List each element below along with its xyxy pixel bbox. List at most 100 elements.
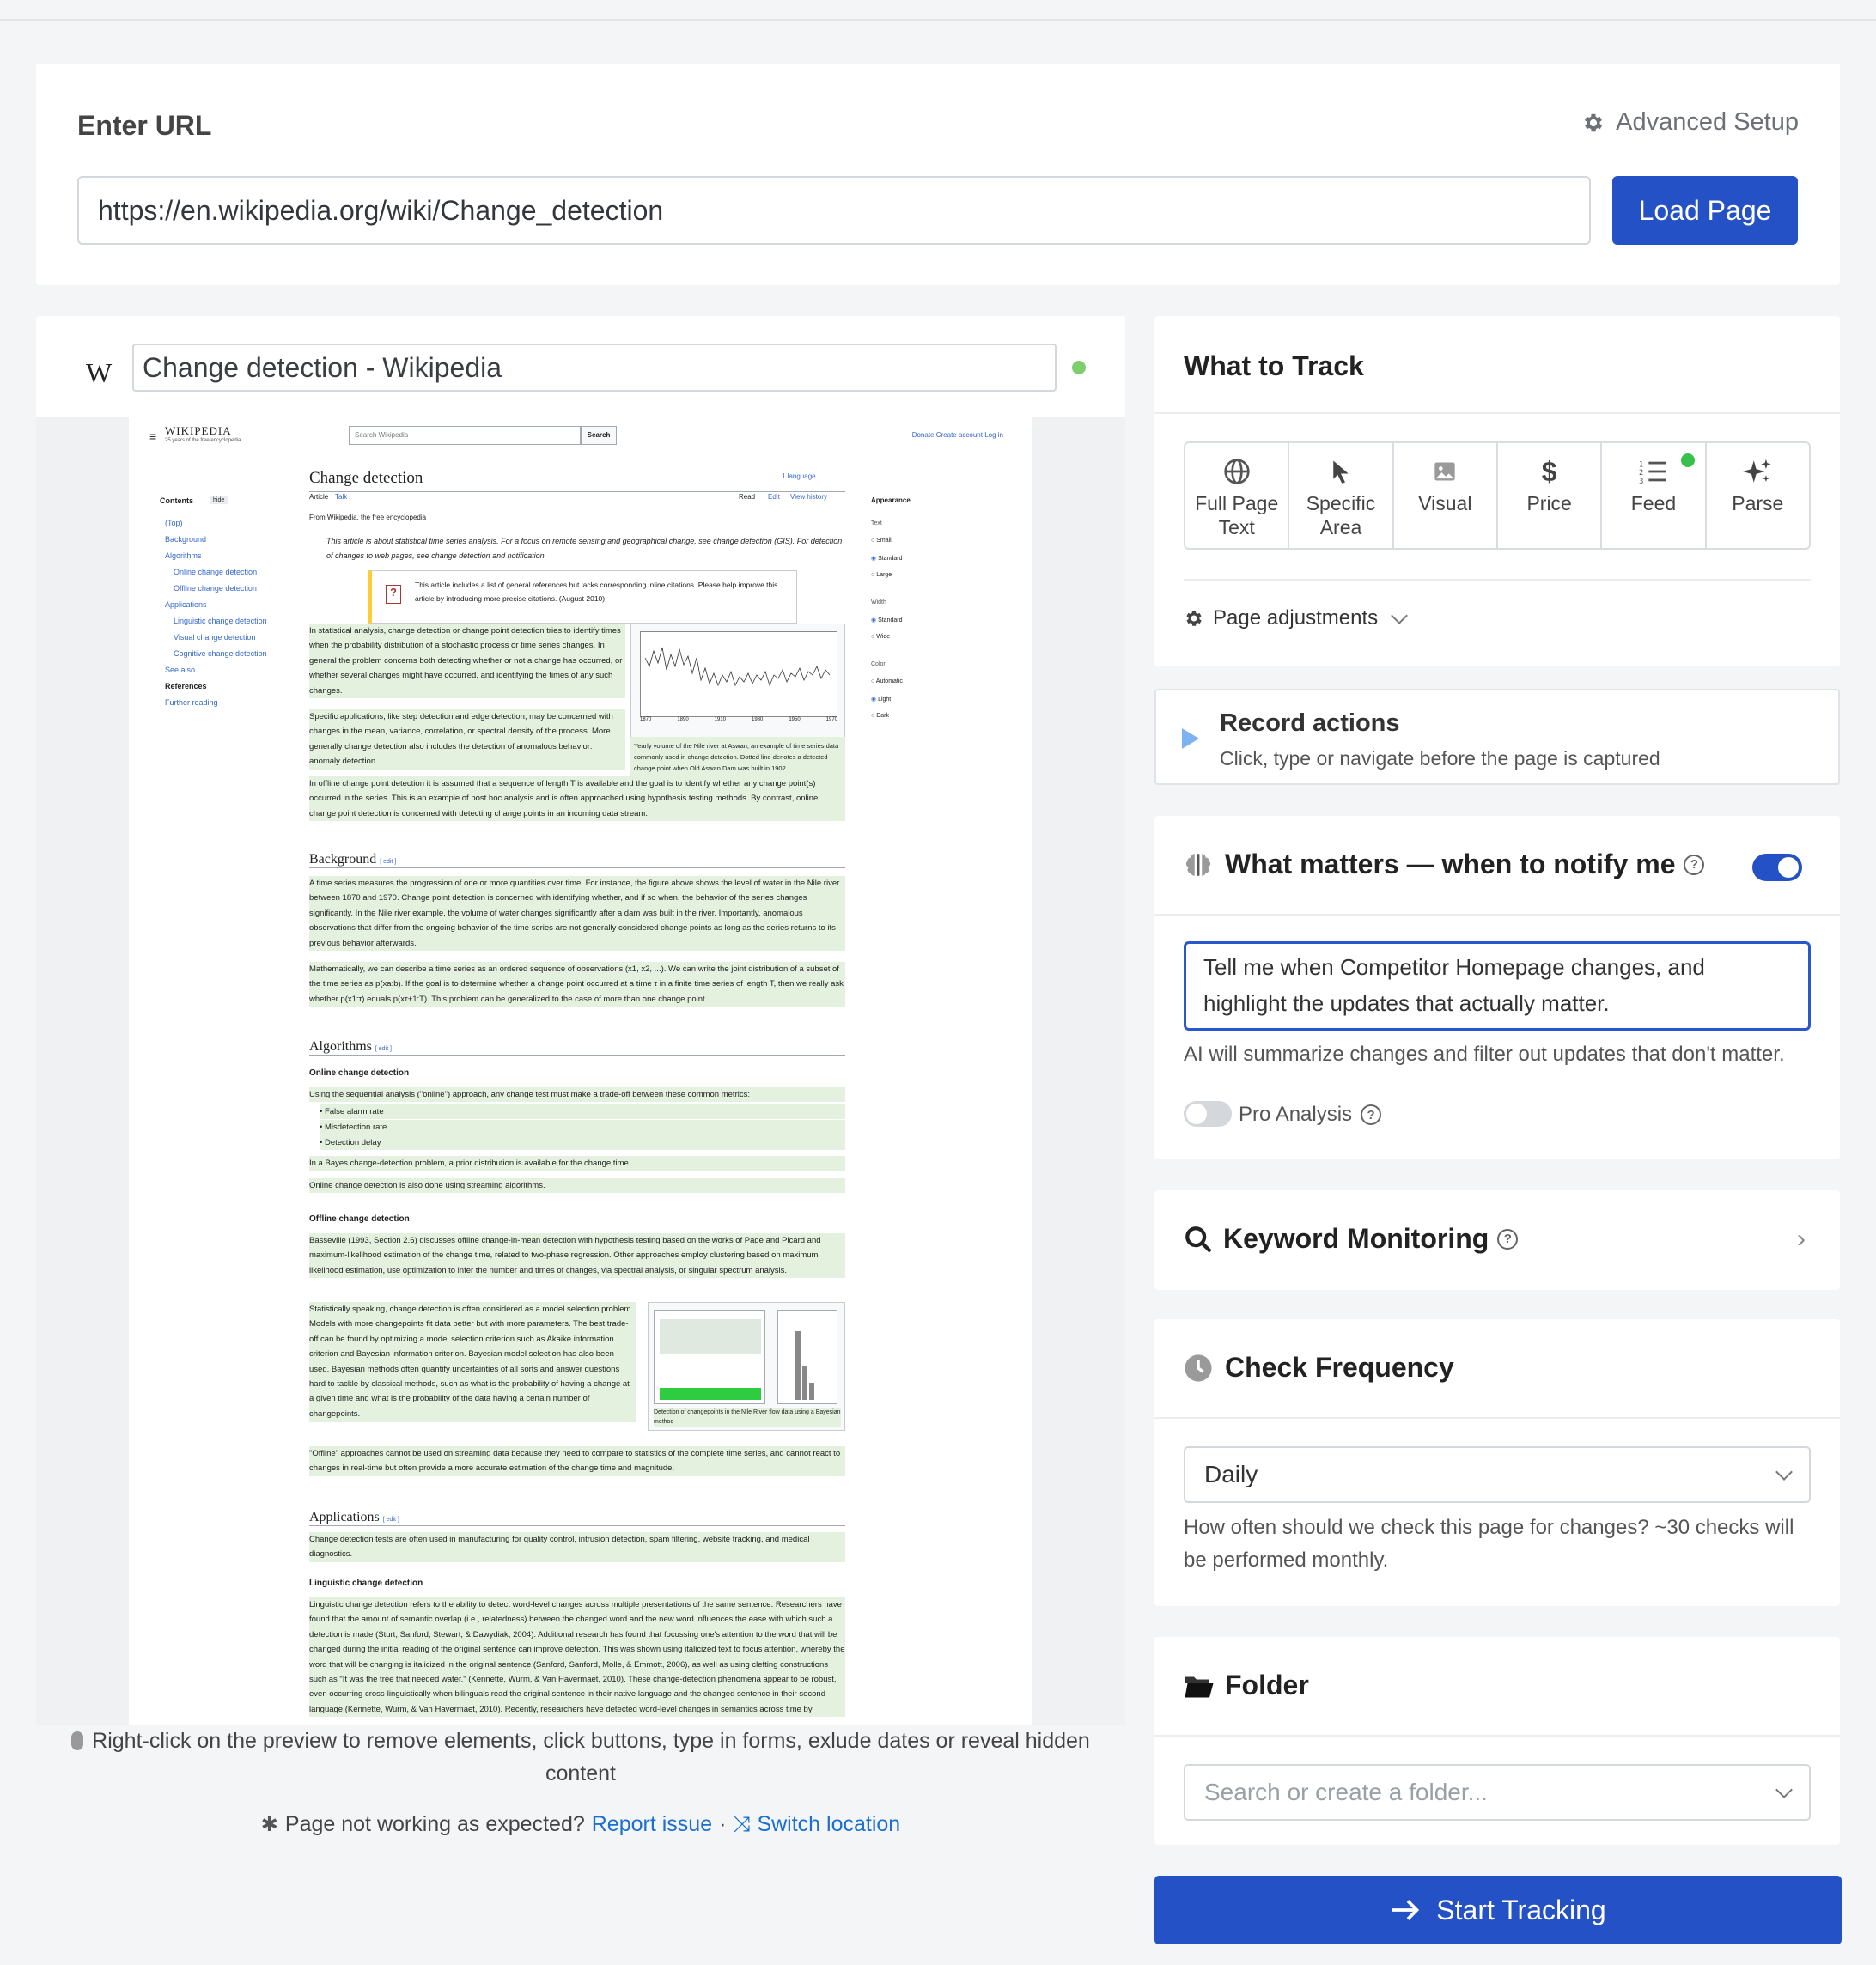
wikipedia-page[interactable]: ≡ WIKIPEDIA 25 years of the free encyclo… xyxy=(129,417,1032,1725)
offline-paragraph: Statistically speaking, change detection… xyxy=(309,1302,636,1422)
pro-analysis-toggle[interactable] xyxy=(1184,1101,1232,1127)
toc-item[interactable]: Offline change detection xyxy=(174,584,257,593)
toc-item[interactable]: Further reading xyxy=(165,698,218,707)
toc-item[interactable]: See also xyxy=(165,666,195,674)
toc-item[interactable]: References xyxy=(165,682,207,690)
online-paragraph: Using the sequential analysis ("online")… xyxy=(309,1087,845,1103)
toc-item[interactable]: Cognitive change detection xyxy=(174,649,267,658)
radio-dark[interactable]: ○ Dark xyxy=(871,713,889,719)
toc-item[interactable]: Applications xyxy=(165,600,207,609)
tab-history[interactable]: View history xyxy=(790,493,827,501)
notify-toggle[interactable] xyxy=(1752,854,1802,881)
url-input[interactable] xyxy=(77,176,1591,245)
svg-text:3: 3 xyxy=(1639,478,1643,484)
tab-parse[interactable]: Parse xyxy=(1707,443,1809,548)
help-icon[interactable]: ? xyxy=(1361,1104,1382,1125)
tab-price[interactable]: $ Price xyxy=(1498,443,1603,548)
play-icon xyxy=(1182,728,1199,749)
record-actions-card[interactable]: Record actions Click, type or navigate b… xyxy=(1154,689,1840,785)
record-subtitle: Click, type or navigate before the page … xyxy=(1220,747,1660,770)
radio-small[interactable]: ○ Small xyxy=(871,538,892,544)
gear-icon xyxy=(1186,611,1202,626)
frequency-title: Check Frequency xyxy=(1225,1352,1454,1383)
chevron-down-icon xyxy=(1776,1781,1793,1798)
tab-full-page-text[interactable]: Full Page Text xyxy=(1185,443,1290,548)
chevron-right-icon: › xyxy=(1797,1225,1806,1253)
toc-item[interactable]: Algorithms xyxy=(165,551,202,560)
chevron-down-icon xyxy=(1391,607,1409,624)
start-tracking-button[interactable]: Start Tracking xyxy=(1154,1876,1842,1944)
tab-read[interactable]: Read xyxy=(739,493,755,501)
radio-automatic[interactable]: ○ Automatic xyxy=(871,678,903,684)
wiki-search-button[interactable]: Search xyxy=(581,426,617,445)
toc-label: Contents xyxy=(160,496,193,505)
image-icon xyxy=(1434,462,1455,481)
load-page-button[interactable]: Load Page xyxy=(1612,176,1798,245)
toc-item[interactable]: (Top) xyxy=(165,519,183,527)
radio-large[interactable]: ○ Large xyxy=(871,572,892,578)
tab-article[interactable]: Article xyxy=(309,493,328,501)
tab-specific-area[interactable]: Specific Area xyxy=(1289,443,1394,548)
radio-standard[interactable]: ◉ Standard xyxy=(871,555,902,562)
wiki-title: Change detection xyxy=(309,469,423,487)
bayesian-figure: Detection of changepoints in the Nile Ri… xyxy=(648,1302,845,1431)
wiki-top-links[interactable]: Donate Create account Log in xyxy=(912,431,1003,439)
intro-paragraph: Specific applications, like step detecti… xyxy=(309,709,625,770)
track-tabs: Full Page Text Specific Area Visual $ Pr… xyxy=(1184,441,1811,550)
intro-paragraph: In statistical analysis, change detectio… xyxy=(309,624,625,699)
applications-paragraph: Change detection tests are often used in… xyxy=(309,1532,845,1562)
svg-text:1: 1 xyxy=(1639,460,1643,469)
tab-visual[interactable]: Visual xyxy=(1394,443,1498,548)
list-icon: 123 xyxy=(1639,460,1666,484)
record-title: Record actions xyxy=(1220,709,1400,737)
heading-applications: Applications [ edit ] xyxy=(309,1510,845,1526)
linguistic-paragraph: Linguistic change detection refers to th… xyxy=(309,1597,845,1718)
wiki-search-input[interactable]: Search Wikipedia xyxy=(349,426,581,445)
toc-hide[interactable]: hide xyxy=(210,496,228,504)
radio-light[interactable]: ◉ Light xyxy=(871,696,891,703)
appearance-label: Appearance xyxy=(871,496,911,504)
clock-icon xyxy=(1185,1354,1212,1382)
report-issue-link[interactable]: Report issue xyxy=(592,1812,712,1837)
help-icon[interactable]: ? xyxy=(1497,1228,1519,1250)
frequency-select[interactable]: Daily xyxy=(1184,1446,1811,1503)
toc-item[interactable]: Online change detection xyxy=(174,568,257,576)
notify-prompt-input[interactable]: Tell me when Competitor Homepage changes… xyxy=(1184,941,1811,1031)
bug-icon: ✱ xyxy=(260,1813,278,1836)
radio-wide[interactable]: ○ Wide xyxy=(871,634,890,640)
menu-icon[interactable]: ≡ xyxy=(149,429,156,443)
background-paragraph: A time series measures the progression o… xyxy=(309,876,845,952)
folder-icon xyxy=(1185,1676,1214,1698)
pro-analysis-label: Pro Analysis? xyxy=(1239,1103,1382,1127)
brain-icon xyxy=(1185,854,1211,876)
folder-select[interactable]: Search or create a folder... xyxy=(1184,1764,1811,1821)
folder-card: Folder Search or create a folder... xyxy=(1154,1637,1840,1845)
notice-text: This article includes a list of general … xyxy=(415,581,778,603)
keyword-title: Keyword Monitoring? xyxy=(1223,1223,1519,1255)
toc-item[interactable]: Background xyxy=(165,535,206,544)
not-working-text: Page not working as expected? xyxy=(284,1812,585,1836)
tab-feed[interactable]: 123 Feed xyxy=(1602,443,1707,548)
globe-icon xyxy=(1223,459,1250,484)
toc-item[interactable]: Visual change detection xyxy=(174,633,255,642)
page-title-input[interactable] xyxy=(132,344,1057,392)
sparkle-icon xyxy=(1743,459,1771,483)
gear-icon xyxy=(1585,113,1603,131)
online-paragraph: In a Bayes change-detection problem, a p… xyxy=(309,1156,845,1171)
keyword-card[interactable]: Keyword Monitoring? › xyxy=(1154,1190,1840,1290)
wiki-languages[interactable]: 1 language xyxy=(782,472,816,480)
question-book-icon: ? xyxy=(386,585,401,604)
advanced-setup-link[interactable]: Advanced Setup xyxy=(1581,108,1799,137)
heading-online: Online change detection xyxy=(309,1068,410,1078)
radio-width-standard[interactable]: ◉ Standard xyxy=(871,617,902,624)
tab-edit[interactable]: Edit xyxy=(768,493,780,501)
notify-card: What matters — when to notify me? Tell m… xyxy=(1154,816,1840,1159)
help-icon[interactable]: ? xyxy=(1684,854,1705,875)
switch-location-link[interactable]: Switch location xyxy=(757,1812,900,1837)
page-adjustments-toggle[interactable]: Page adjustments xyxy=(1184,606,1409,630)
advanced-setup-label: Advanced Setup xyxy=(1616,108,1799,136)
toc-item[interactable]: Linguistic change detection xyxy=(174,617,267,625)
tab-talk[interactable]: Talk xyxy=(335,493,347,501)
page-preview[interactable]: ≡ WIKIPEDIA 25 years of the free encyclo… xyxy=(36,417,1125,1725)
feed-dot xyxy=(1680,453,1695,467)
